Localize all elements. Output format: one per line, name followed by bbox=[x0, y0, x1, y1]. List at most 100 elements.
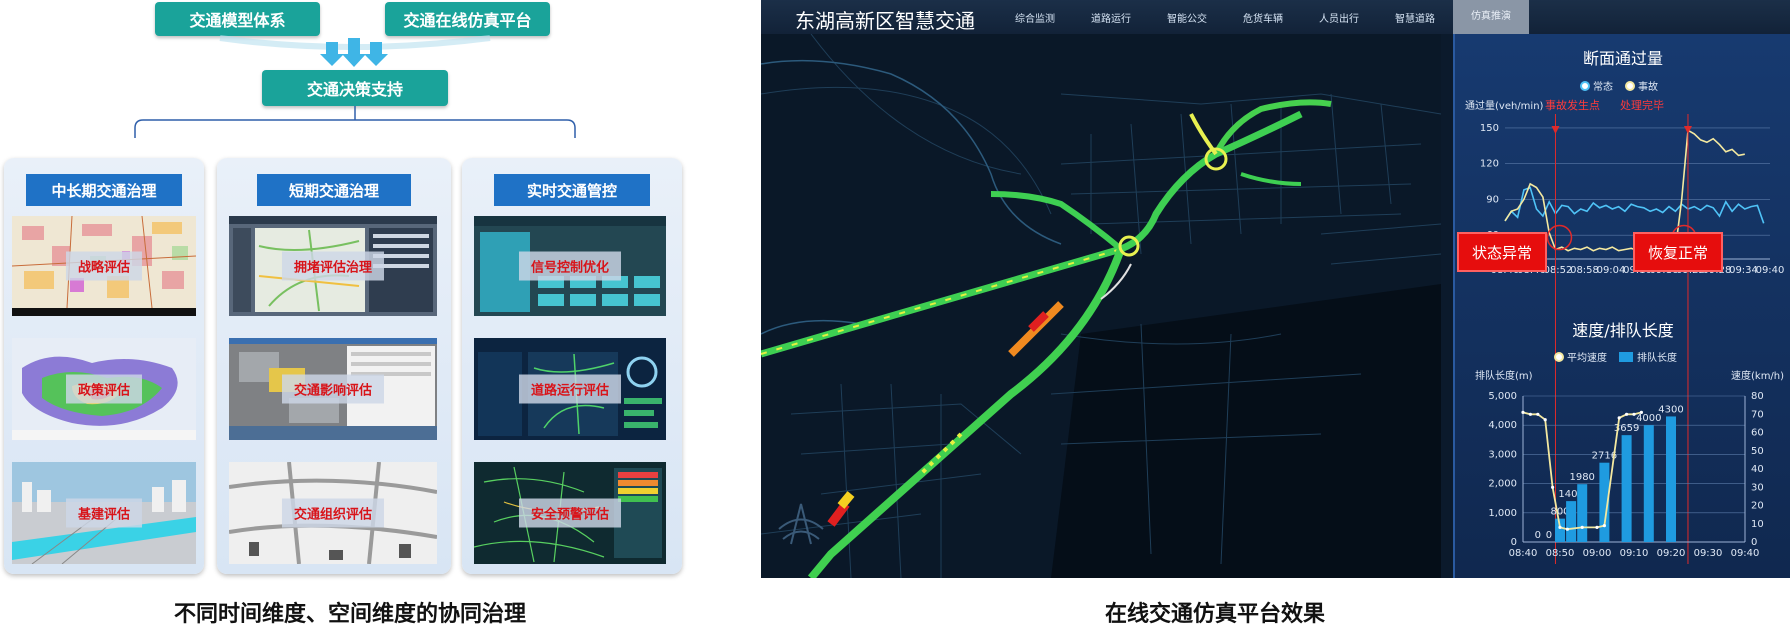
tab-hazardous-vehicles[interactable]: 危货车辆 bbox=[1225, 10, 1301, 25]
y-right-tick-label: 10 bbox=[1751, 519, 1764, 530]
thumb-traffic-impact-evaluation[interactable]: 交通影响评估 bbox=[229, 338, 437, 440]
tab-road-operation[interactable]: 道路运行 bbox=[1073, 10, 1149, 25]
legend-normal-label: 常态 bbox=[1593, 80, 1613, 93]
column-title: 中长期交通治理 bbox=[26, 174, 182, 206]
y-left-tick-label: 4,000 bbox=[1488, 420, 1517, 431]
road-network-map bbox=[761, 34, 1441, 578]
y-right-tick-label: 30 bbox=[1751, 482, 1764, 493]
queue-bar-label: 1980 bbox=[1569, 472, 1594, 483]
column-title: 短期交通治理 bbox=[257, 174, 411, 206]
y-left-tick-label: 0 bbox=[1511, 537, 1517, 548]
tab-smart-road[interactable]: 智慧道路 bbox=[1377, 10, 1453, 25]
thumb-congestion-evaluation[interactable]: 拥堵评估治理 bbox=[229, 216, 437, 316]
x-tick-label: 09:20 bbox=[1657, 548, 1686, 559]
x-tick-label: 08:40 bbox=[1509, 548, 1538, 559]
x-tick-label: 08:50 bbox=[1546, 548, 1575, 559]
y-right-tick-label: 50 bbox=[1751, 446, 1764, 457]
thumb-infrastructure-evaluation[interactable]: 基建评估 bbox=[12, 462, 196, 564]
thumb-road-operation-evaluation[interactable]: 道路运行评估 bbox=[474, 338, 666, 440]
legend-queue-label: 排队长度 bbox=[1637, 351, 1677, 364]
legend-normal-icon bbox=[1580, 81, 1590, 91]
tab-monitoring[interactable]: 综合监测 bbox=[997, 10, 1073, 25]
y-left-tick-label: 5,000 bbox=[1488, 391, 1517, 402]
legend-speed-icon bbox=[1554, 352, 1564, 362]
app-title: 东湖高新区智慧交通 bbox=[795, 9, 975, 33]
y-left-tick-label: 3,000 bbox=[1488, 449, 1517, 460]
speed-point bbox=[1632, 412, 1636, 416]
legend-queue-icon bbox=[1619, 352, 1633, 362]
speed-point bbox=[1639, 410, 1643, 414]
online-simulation-platform-box: 交通在线仿真平台 bbox=[385, 2, 550, 36]
thumb-label: 道路运行评估 bbox=[518, 374, 622, 404]
speed-point bbox=[1521, 410, 1525, 414]
x-tick-label: 09:40 bbox=[1756, 265, 1785, 276]
chart2-ylabel-right: 速度(km/h) bbox=[1731, 369, 1784, 382]
x-tick-label: 09:30 bbox=[1694, 548, 1723, 559]
x-tick-label: 09:04 bbox=[1597, 265, 1626, 276]
x-tick-label: 09:40 bbox=[1731, 548, 1760, 559]
queue-bar bbox=[1643, 425, 1654, 542]
thumb-organization-evaluation[interactable]: 交通组织评估 bbox=[229, 462, 437, 564]
speed-point bbox=[1543, 418, 1547, 422]
tab-smart-bus[interactable]: 智能公交 bbox=[1149, 10, 1225, 25]
column-short-term: 短期交通治理 拥堵评估治理 交通影响评估 交通组织评估 bbox=[217, 158, 451, 574]
traffic-model-system-box: 交通模型体系 bbox=[155, 2, 320, 36]
x-tick-label: 08:58 bbox=[1570, 265, 1599, 276]
x-tick-label: 09:34 bbox=[1729, 265, 1758, 276]
tab-personnel-travel[interactable]: 人员出行 bbox=[1301, 10, 1377, 25]
recovered-state-callout: 恢复正常 bbox=[1635, 234, 1721, 270]
x-tick-label: 09:00 bbox=[1583, 548, 1612, 559]
right-caption: 在线交通仿真平台效果 bbox=[1104, 602, 1325, 627]
y-left-tick-label: 2,000 bbox=[1488, 479, 1517, 490]
y-right-tick-label: 80 bbox=[1751, 391, 1764, 402]
dashboard-screenshot: 东湖高新区智慧交通 综合监测 道路运行 智能公交 危货车辆 人员出行 智慧道路 … bbox=[761, 0, 1790, 578]
queue-bar bbox=[1666, 416, 1676, 542]
speed-point bbox=[1558, 525, 1562, 529]
speed-point bbox=[1595, 525, 1599, 529]
tab-simulation[interactable]: 仿真推演 bbox=[1453, 0, 1529, 34]
thumb-safety-warning-evaluation[interactable]: 安全预警评估 bbox=[474, 462, 666, 564]
chart1-title: 断面通过量 bbox=[1583, 49, 1663, 68]
thumb-strategy-evaluation[interactable]: 战略评估 bbox=[12, 216, 196, 316]
thumb-label: 交通影响评估 bbox=[281, 374, 385, 404]
y-left-tick-label: 1,000 bbox=[1488, 508, 1517, 519]
speed-point bbox=[1528, 412, 1532, 416]
series-line-incident bbox=[1504, 128, 1745, 252]
y-tick-label: 90 bbox=[1486, 194, 1499, 205]
column-mid-long-term: 中长期交通治理 战略评估 政策评估 基建评估 bbox=[4, 158, 204, 574]
queue-bar bbox=[1566, 501, 1577, 542]
speed-point bbox=[1580, 525, 1584, 529]
thumb-label: 政策评估 bbox=[65, 374, 143, 404]
y-tick-label: 120 bbox=[1480, 159, 1499, 170]
thumb-signal-optimization[interactable]: 信号控制优化 bbox=[474, 216, 666, 316]
speed-point bbox=[1551, 485, 1555, 489]
legend-incident-label: 事故 bbox=[1638, 80, 1658, 93]
flow-arrows bbox=[219, 35, 491, 67]
thumb-label: 拥堵评估治理 bbox=[281, 251, 385, 281]
y-right-tick-label: 40 bbox=[1751, 464, 1764, 475]
column-title: 实时交通管控 bbox=[494, 174, 650, 206]
y-right-tick-label: 70 bbox=[1751, 409, 1764, 420]
y-tick-label: 150 bbox=[1480, 123, 1499, 134]
nav-tabs: 综合监测 道路运行 智能公交 危货车辆 人员出行 智慧道路 仿真推演 bbox=[997, 0, 1790, 34]
arrow-down-icon bbox=[342, 38, 366, 67]
queue-bar-label: 0 bbox=[1546, 530, 1552, 541]
speed-point bbox=[1625, 412, 1629, 416]
y-right-tick-label: 0 bbox=[1751, 537, 1757, 548]
thumb-label: 基建评估 bbox=[65, 498, 143, 528]
y-right-tick-label: 60 bbox=[1751, 428, 1764, 439]
decision-support-box: 交通决策支持 bbox=[262, 70, 448, 106]
queue-bar bbox=[1577, 484, 1588, 542]
legend-speed-label: 平均速度 bbox=[1567, 351, 1607, 364]
arrow-down-icon bbox=[1551, 126, 1560, 134]
chart1-ylabel: 通过量(veh/min) bbox=[1465, 99, 1544, 112]
event-start-label: 事故发生点 bbox=[1545, 98, 1600, 112]
queue-bar-label: 4300 bbox=[1658, 404, 1683, 415]
event-end-label: 处理完毕 bbox=[1620, 98, 1664, 112]
abnormal-state-callout: 状态异常 bbox=[1459, 234, 1545, 270]
queue-bar bbox=[1555, 518, 1565, 542]
charts-panel: 断面通过量 常态 事故 通过量(veh/min) 60 90 120 150 08:40… bbox=[1453, 34, 1790, 578]
chart2-title: 速度/排队长度 bbox=[1572, 321, 1673, 340]
thumb-policy-evaluation[interactable]: 政策评估 bbox=[12, 338, 196, 440]
thumb-label: 交通组织评估 bbox=[281, 498, 385, 528]
